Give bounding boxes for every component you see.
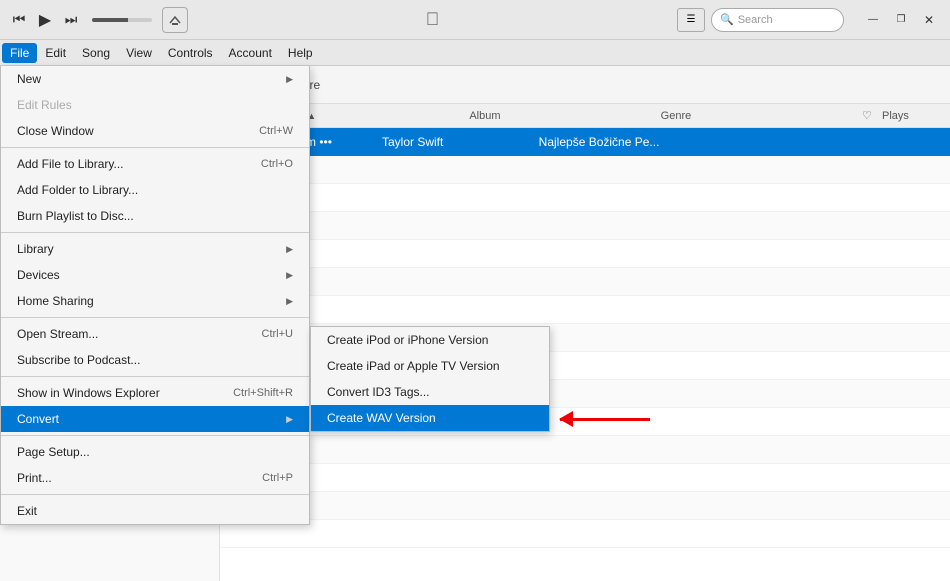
menu-new[interactable]: New ▶ — [1, 66, 309, 92]
rewind-button[interactable]: ⏮ — [8, 9, 30, 31]
table-row — [220, 212, 950, 240]
selected-row-artist: Taylor Swift — [382, 135, 539, 149]
table-row — [220, 380, 950, 408]
title-bar-left: ⏮ ▶ ⏭ — [8, 7, 188, 33]
divider-1 — [1, 147, 309, 148]
volume-slider[interactable] — [92, 18, 152, 22]
table-row — [220, 520, 950, 548]
menu-edit[interactable]: Edit — [37, 43, 74, 63]
search-placeholder: Search — [738, 14, 773, 26]
col-genre-header: Genre — [661, 110, 852, 122]
table-row — [220, 268, 950, 296]
divider-3 — [1, 317, 309, 318]
table-row — [220, 156, 950, 184]
menu-file[interactable]: File — [2, 43, 37, 63]
home-sharing-arrow-icon: ▶ — [286, 296, 293, 307]
table-row — [220, 240, 950, 268]
table-area: Time Artist ▲ Album Genre ♡ Plays 3:48 e… — [220, 104, 950, 581]
table-header: Time Artist ▲ Album Genre ♡ Plays — [220, 104, 950, 128]
menu-convert[interactable]: Convert ▶ — [1, 406, 309, 432]
divider-2 — [1, 232, 309, 233]
table-row — [220, 492, 950, 520]
title-bar: ⏮ ▶ ⏭  ☰ 🔍 Search — ❐ ✕ — [0, 0, 950, 40]
close-button[interactable]: ✕ — [916, 11, 942, 29]
menu-home-sharing[interactable]: Home Sharing ▶ — [1, 288, 309, 314]
table-row-selected[interactable]: 3:48 e Farm ••• Taylor Swift Najlepše Bo… — [220, 128, 950, 156]
menu-page-setup[interactable]: Page Setup... — [1, 439, 309, 465]
table-row — [220, 436, 950, 464]
list-view-button[interactable]: ☰ — [677, 8, 705, 32]
menu-add-file[interactable]: Add File to Library... Ctrl+O — [1, 151, 309, 177]
menu-controls[interactable]: Controls — [160, 43, 221, 63]
selected-row-album: Najlepše Božične Pe... — [539, 135, 696, 149]
empty-rows — [220, 156, 950, 581]
play-button[interactable]: ▶ — [34, 9, 56, 31]
title-bar-right: ☰ 🔍 Search — ❐ ✕ — [677, 8, 942, 32]
restore-button[interactable]: ❐ — [888, 11, 914, 29]
menu-help[interactable]: Help — [280, 43, 321, 63]
menu-add-folder[interactable]: Add Folder to Library... — [1, 177, 309, 203]
menu-account[interactable]: Account — [221, 43, 280, 63]
menu-burn-playlist[interactable]: Burn Playlist to Disc... — [1, 203, 309, 229]
table-row — [220, 352, 950, 380]
menu-edit-rules: Edit Rules — [1, 92, 309, 118]
search-box[interactable]: 🔍 Search — [711, 8, 844, 32]
menu-view[interactable]: View — [118, 43, 160, 63]
table-row — [220, 296, 950, 324]
menu-bar: File Edit Song View Controls Account Hel… — [0, 40, 950, 66]
menu-exit[interactable]: Exit — [1, 498, 309, 524]
col-heart-header: ♡ — [852, 109, 882, 122]
table-row — [220, 464, 950, 492]
apple-logo:  — [426, 9, 440, 30]
minimize-button[interactable]: — — [860, 11, 886, 29]
menu-subscribe-podcast[interactable]: Subscribe to Podcast... — [1, 347, 309, 373]
devices-arrow-icon: ▶ — [286, 270, 293, 281]
airplay-button[interactable] — [162, 7, 188, 33]
convert-arrow-icon: ▶ — [286, 414, 293, 425]
table-row — [220, 324, 950, 352]
menu-devices[interactable]: Devices ▶ — [1, 262, 309, 288]
menu-open-stream[interactable]: Open Stream... Ctrl+U — [1, 321, 309, 347]
menu-show-explorer[interactable]: Show in Windows Explorer Ctrl+Shift+R — [1, 380, 309, 406]
playback-controls: ⏮ ▶ ⏭ — [8, 7, 188, 33]
col-plays-header: Plays — [882, 110, 942, 122]
menu-song[interactable]: Song — [74, 43, 118, 63]
library-arrow-icon: ▶ — [286, 244, 293, 255]
search-icon: 🔍 — [720, 13, 734, 26]
file-menu-dropdown: New ▶ Edit Rules Close Window Ctrl+W Add… — [0, 66, 310, 525]
divider-5 — [1, 435, 309, 436]
divider-4 — [1, 376, 309, 377]
window-controls: — ❐ ✕ — [860, 11, 942, 29]
table-row — [220, 184, 950, 212]
menu-close-window[interactable]: Close Window Ctrl+W — [1, 118, 309, 144]
table-row — [220, 408, 950, 436]
forward-button[interactable]: ⏭ — [60, 9, 82, 31]
new-arrow-icon: ▶ — [286, 74, 293, 85]
divider-6 — [1, 494, 309, 495]
menu-print[interactable]: Print... Ctrl+P — [1, 465, 309, 491]
menu-library[interactable]: Library ▶ — [1, 236, 309, 262]
col-album-header: Album — [469, 110, 660, 122]
